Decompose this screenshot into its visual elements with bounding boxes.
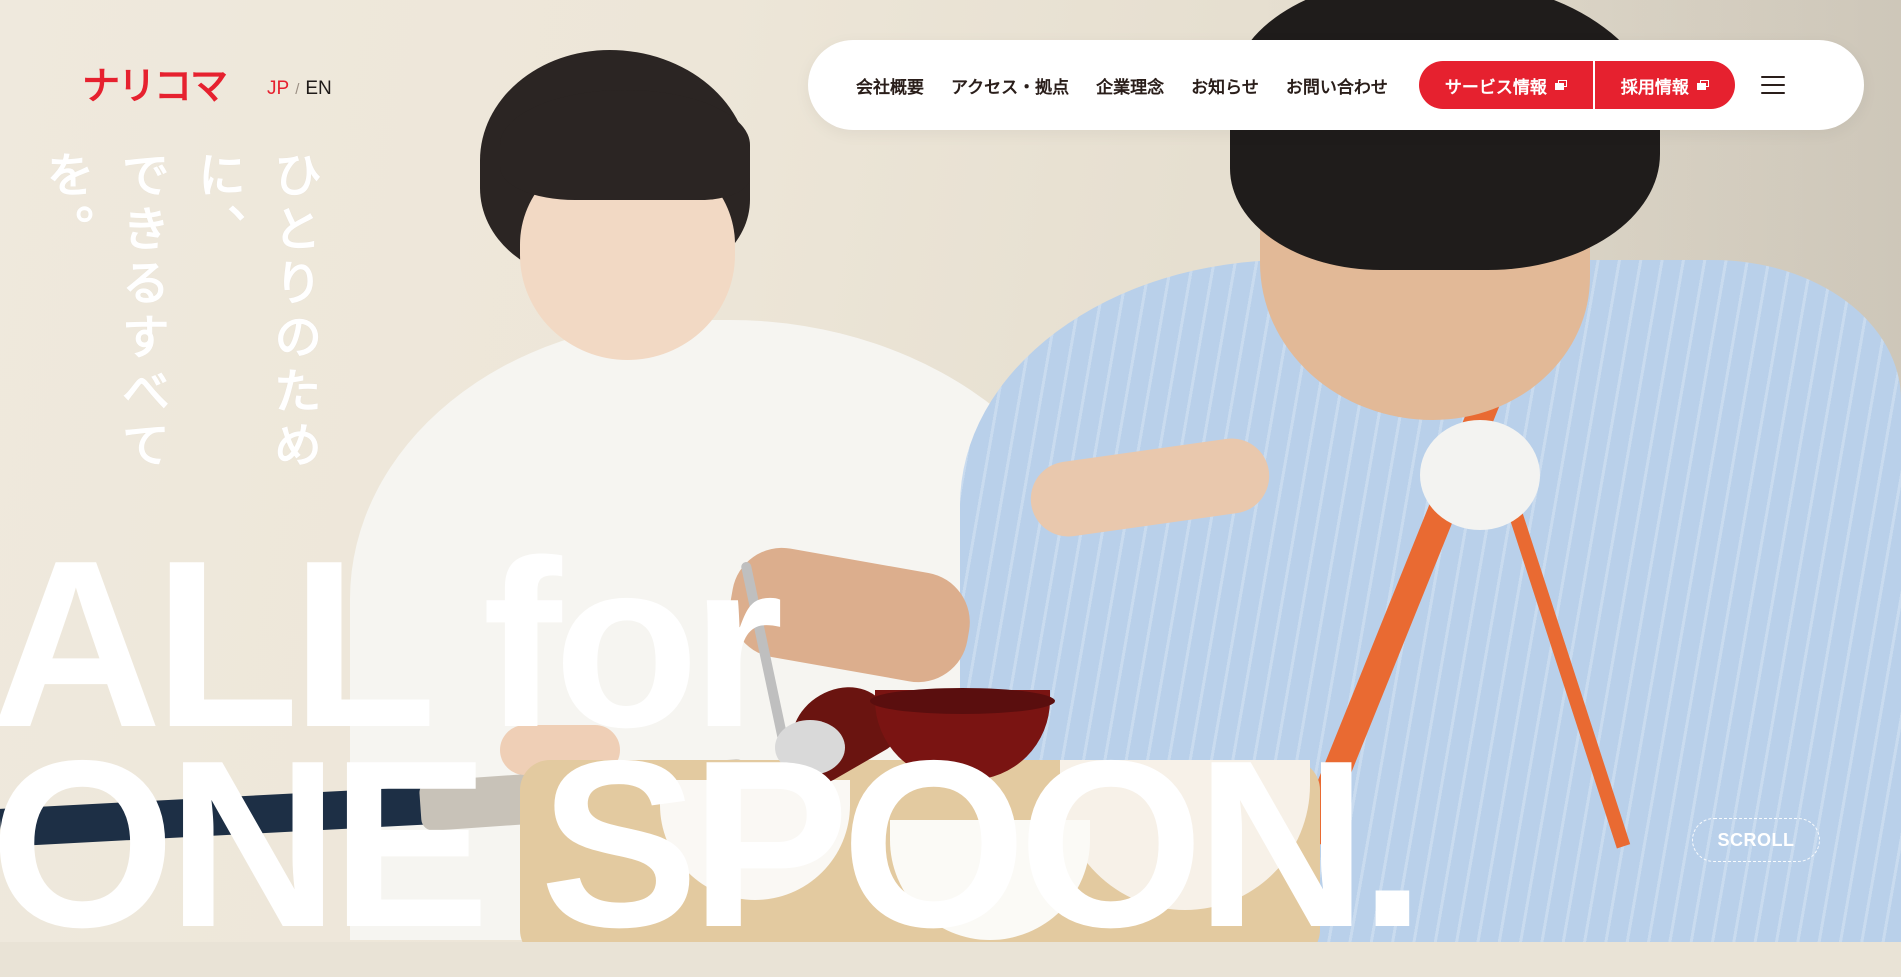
catch-copy-line2: できるすべてを。	[37, 150, 169, 474]
external-window-icon	[1554, 80, 1567, 90]
catch-copy: ひとりのために、 できるすべてを。	[27, 150, 331, 550]
external-window-icon	[1696, 80, 1709, 90]
lang-en-link[interactable]: EN	[305, 78, 331, 100]
lang-jp-link[interactable]: JP	[267, 78, 289, 100]
nav-news-link[interactable]: お知らせ	[1191, 73, 1259, 98]
language-switch: JP / EN	[267, 78, 332, 100]
recruit-info-button[interactable]: 採用情報	[1594, 61, 1735, 109]
nav-company-link[interactable]: 会社概要	[856, 73, 924, 98]
service-info-label: サービス情報	[1444, 77, 1547, 98]
svg-text:ナリコマ: ナリコマ	[82, 66, 227, 104]
global-nav: 会社概要 アクセス・拠点 企業理念 お知らせ お問い合わせ サービス情報 採用情…	[808, 40, 1864, 130]
narikoma-logo[interactable]: ナリコマ	[82, 64, 235, 108]
catch-copy-line1: ひとりのために、	[189, 150, 321, 474]
scroll-label: SCROLL	[1717, 829, 1795, 850]
headline-line2: ONE SPOON.	[0, 712, 1426, 977]
nav-access-link[interactable]: アクセス・拠点	[951, 73, 1069, 98]
nav-philosophy-link[interactable]: 企業理念	[1096, 73, 1164, 98]
lang-separator: /	[295, 80, 300, 98]
nav-contact-link[interactable]: お問い合わせ	[1286, 73, 1388, 98]
scroll-button[interactable]: SCROLL	[1692, 818, 1820, 862]
hamburger-icon[interactable]	[1760, 76, 1785, 94]
nav-links: 会社概要 アクセス・拠点 企業理念 お知らせ お問い合わせ	[856, 73, 1415, 98]
service-info-button[interactable]: サービス情報	[1418, 61, 1593, 109]
recruit-info-label: 採用情報	[1620, 77, 1689, 98]
nav-pills: サービス情報 採用情報	[1418, 61, 1735, 109]
logo-mark: ナリコマ	[82, 64, 229, 108]
hero-headline: ALL for ONE SPOON.	[0, 526, 1426, 977]
